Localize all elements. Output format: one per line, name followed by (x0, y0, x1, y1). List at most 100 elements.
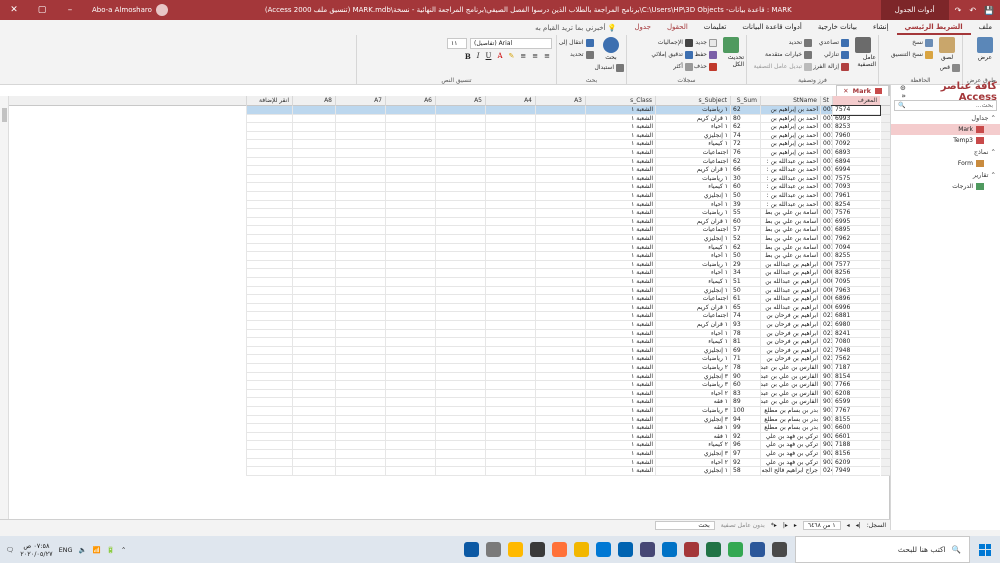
redo-icon[interactable]: ↷ (955, 6, 962, 15)
italic-icon[interactable]: I (477, 52, 480, 61)
col-a5-cell[interactable] (435, 114, 485, 124)
col-add-cell[interactable] (246, 174, 292, 184)
col-a5-cell[interactable] (435, 329, 485, 339)
tell-me-box[interactable]: 💡 أخبرني بما تريد القيام به (525, 24, 626, 32)
table-row[interactable]: 81559018بدر بن بسام بن مطلع94٣ إنجليزيال… (0, 415, 890, 425)
col-add-cell[interactable] (246, 295, 292, 304)
col-st-cell[interactable]: 0010 (820, 114, 832, 124)
col-s-sum-cell[interactable]: 89 (730, 398, 760, 407)
col-st-cell[interactable]: 9026 (820, 450, 832, 459)
col-a6-cell[interactable] (385, 312, 435, 321)
col-a3-cell[interactable] (535, 226, 585, 235)
last-record-icon[interactable]: ▸| (783, 522, 788, 529)
col-a4-cell[interactable] (485, 407, 535, 416)
sort-ascending-button[interactable]: تصاعدي (813, 37, 849, 48)
col-add-cell[interactable] (246, 450, 292, 459)
row-selector[interactable] (881, 295, 890, 304)
col-s-class-cell[interactable]: الشعبة ١ (585, 278, 655, 287)
col-a8-cell[interactable] (292, 407, 335, 416)
col-a6-cell[interactable] (385, 467, 435, 476)
tab-help[interactable]: تعليمات (696, 20, 735, 35)
taskbar-app-3-icon[interactable] (508, 542, 523, 557)
col-stname-cell[interactable]: الفارس بن علي بن عبد (760, 398, 820, 407)
align-left-icon[interactable]: ≡ (520, 52, 526, 61)
col-stname-cell[interactable]: ابراهيم بن عبدالله بن (760, 286, 820, 296)
col-a4-cell[interactable] (485, 338, 535, 347)
col-a4-cell[interactable] (485, 355, 535, 364)
volume-icon[interactable]: 🔈 (79, 546, 87, 554)
col-add-cell[interactable] (246, 381, 292, 390)
col-id-cell[interactable]: 7962 (832, 235, 880, 244)
copy-button[interactable]: نسخ (891, 37, 933, 48)
col-a3-cell[interactable] (535, 114, 585, 124)
col-s-class-cell[interactable]: الشعبة ١ (585, 269, 655, 278)
view-button[interactable]: عرض (972, 37, 998, 61)
col-add-cell[interactable] (246, 286, 292, 296)
col-a6-cell[interactable] (385, 415, 435, 425)
taskbar-edge-icon[interactable] (464, 542, 479, 557)
col-stname-cell[interactable]: بدر بن بسام بن مطلع (760, 407, 820, 416)
col-s-subject-cell[interactable]: ١ إنجليزي (655, 235, 730, 244)
col-a8-cell[interactable] (292, 389, 335, 399)
taskbar-access-icon[interactable] (684, 542, 699, 557)
col-s-class-cell[interactable]: الشعبة ١ (585, 286, 655, 296)
col-s-class-cell[interactable]: الشعبة ١ (585, 140, 655, 149)
select-button[interactable]: تحديد (559, 49, 594, 60)
col-s-class-cell[interactable]: الشعبة ١ (585, 243, 655, 253)
col-a8-cell[interactable] (292, 303, 335, 313)
col-s-subject-cell[interactable]: ١ قرآن كريم (655, 217, 730, 227)
col-a5-cell[interactable] (435, 364, 485, 373)
close-button[interactable]: ✕ (0, 5, 28, 15)
col-a7-cell[interactable] (335, 458, 385, 468)
col-a8-cell[interactable] (292, 372, 335, 382)
col-s-subject-cell[interactable]: ١ قرآن كريم (655, 321, 730, 330)
col-stname-cell[interactable]: بدر بن بسام بن مطلع (760, 415, 820, 425)
col-a6-cell[interactable] (385, 458, 435, 468)
col-a7-cell[interactable] (335, 303, 385, 313)
col-a3-cell[interactable] (535, 424, 585, 433)
col-a6-cell[interactable] (385, 346, 435, 356)
col-stname-cell[interactable]: ابراهيم بن فرحان بن (760, 312, 820, 321)
minimize-button[interactable]: – (56, 5, 84, 15)
col-a5-cell[interactable] (435, 389, 485, 399)
col-a8-cell[interactable] (292, 364, 335, 373)
col-s-class-cell[interactable]: الشعبة ١ (585, 235, 655, 244)
spelling-button[interactable]: تدقيق إملائي (651, 49, 693, 60)
col-a6-cell[interactable] (385, 200, 435, 210)
table-row[interactable]: 75620239ابراهيم بن فرحان بن71١ رياضياتال… (0, 355, 890, 364)
row-selector[interactable] (881, 209, 890, 218)
col-a4-cell[interactable] (485, 450, 535, 459)
col-s-class-cell[interactable]: الشعبة ١ (585, 114, 655, 124)
col-a7-cell[interactable] (335, 415, 385, 425)
col-a6-cell[interactable] (385, 217, 435, 227)
font-name-select[interactable]: (تفاصيل) Arial (470, 38, 552, 49)
col-a5-cell[interactable] (435, 312, 485, 321)
col-a3-cell[interactable] (535, 458, 585, 468)
table-row[interactable]: 79490243جراح ابراهيم فالح الجه58١ إنجليز… (0, 467, 890, 476)
col-a5-cell[interactable] (435, 458, 485, 468)
col-a8-cell[interactable] (292, 441, 335, 450)
col-a6-cell[interactable] (385, 295, 435, 304)
col-a4-cell[interactable] (485, 192, 535, 201)
col-a5-cell[interactable] (435, 346, 485, 356)
col-id-cell[interactable]: 7080 (832, 338, 880, 347)
col-id-cell[interactable]: 7093 (832, 183, 880, 192)
table-row[interactable]: 69960001ابراهيم بن عبدالله بن65١ قرآن كر… (0, 303, 890, 313)
col-add-cell[interactable] (246, 140, 292, 149)
col-stname-cell[interactable]: أسامة بن علي بن بط (760, 235, 820, 244)
col-id-cell[interactable]: 7766 (832, 381, 880, 390)
col-s-sum-cell[interactable]: 34 (730, 269, 760, 278)
col-a7-cell[interactable] (335, 346, 385, 356)
col-s-sum-cell[interactable]: 51 (730, 278, 760, 287)
col-s-sum-cell[interactable]: 100 (730, 407, 760, 416)
col-st-cell[interactable]: 0010 (820, 131, 832, 141)
col-id-cell[interactable]: 6893 (832, 149, 880, 158)
col-a8-cell[interactable] (292, 381, 335, 390)
row-selector[interactable] (881, 140, 890, 149)
col-s-sum-cell[interactable]: 55 (730, 209, 760, 218)
col-s-sum-cell[interactable]: 81 (730, 338, 760, 347)
col-a3-cell[interactable] (535, 149, 585, 158)
table-row[interactable]: 69940013أحمد بن عبدالله بن :66١ قرآن كري… (0, 166, 890, 175)
col-stname-cell[interactable]: أسامة بن علي بن بط (760, 217, 820, 227)
col-s-sum-cell[interactable]: 97 (730, 450, 760, 459)
